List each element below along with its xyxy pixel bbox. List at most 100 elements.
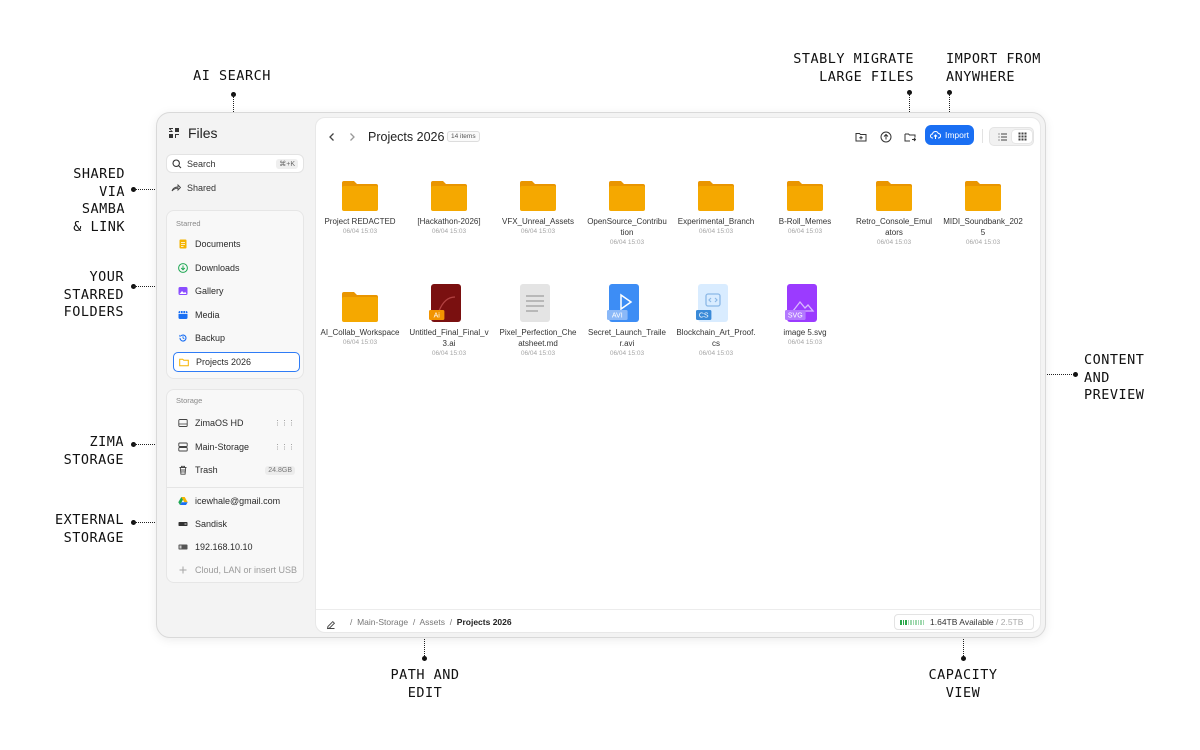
edit-path-button[interactable]: [326, 617, 336, 635]
file-item[interactable]: SVG image 5.svg 06/04 15:03: [763, 283, 847, 346]
folder-item[interactable]: B-Roll_Memes 06/04 15:03: [763, 172, 847, 235]
grid-view-button[interactable]: [1012, 130, 1032, 143]
google-drive-icon: [178, 496, 188, 506]
capacity-tick: [917, 619, 919, 625]
migrate-button[interactable]: [903, 130, 917, 144]
back-button[interactable]: [328, 131, 336, 146]
sidebar-item-backup[interactable]: Backup: [173, 328, 300, 348]
folder-item[interactable]: OpenSource_Contribution 06/04 15:03: [585, 172, 669, 246]
sidebar-item-network-drive[interactable]: 192.168.10.10: [173, 537, 300, 557]
file-item[interactable]: Pixel_Perfection_Cheatsheet.md 06/04 15:0…: [496, 283, 580, 357]
file-item[interactable]: AVI Secret_Launch_Trailer.avi 06/04 15:03: [585, 283, 669, 357]
file-item[interactable]: Ai Untitled_Final_Final_v3.ai 06/04 15:03: [407, 283, 491, 357]
annotation-path-edit: PATH AND EDIT: [390, 667, 460, 701]
disk-icon: [178, 418, 188, 428]
folder-icon: [318, 172, 402, 212]
file-name: Secret_Launch_Trailer.avi: [588, 328, 666, 348]
folder-item[interactable]: AI_Collab_Workspace 06/04 15:03: [318, 283, 402, 346]
connector-dot: [961, 656, 966, 661]
ai-file-icon: Ai: [407, 283, 491, 323]
capacity-tick: [902, 619, 904, 625]
sidebar-item-main-storage[interactable]: Main-Storage ⋮⋮⋮: [173, 437, 300, 457]
sidebar-item-label: 192.168.10.10: [195, 542, 253, 552]
import-button[interactable]: Import: [925, 125, 974, 145]
file-date: 06/04 15:03: [965, 239, 1001, 246]
folder-item[interactable]: Retro_Console_Emulators 06/04 15:03: [852, 172, 936, 246]
folder-item[interactable]: [Hackathon-2026] 06/04 15:03: [407, 172, 491, 235]
forward-button[interactable]: [348, 131, 356, 146]
sidebar-item-sandisk[interactable]: Sandisk: [173, 514, 300, 534]
folder-icon: [496, 172, 580, 212]
breadcrumb-current: Projects 2026: [456, 617, 512, 627]
upload-button[interactable]: [879, 130, 893, 144]
folder-icon: [407, 172, 491, 212]
network-drive-icon: [178, 542, 188, 552]
folder-item[interactable]: MIDI_Soundbank_2025 06/04 15:03: [941, 172, 1025, 246]
search-label: Search: [187, 158, 216, 169]
sidebar: Files Search ⌘+K Shared Starred Document…: [157, 113, 315, 637]
capacity-tick: [910, 619, 912, 625]
capacity-tick: [915, 619, 917, 625]
annotation-zima-storage: ZIMA STORAGE: [63, 434, 124, 468]
capacity-available: 1.64TB Available: [930, 617, 994, 627]
file-name: Retro_Console_Emulators: [855, 217, 933, 237]
file-date: 06/04 15:03: [876, 239, 912, 246]
file-name: MIDI_Soundbank_2025: [943, 217, 1023, 237]
file-name: [Hackathon-2026]: [417, 217, 481, 226]
breadcrumb: / Main-Storage / Assets / Projects 2026: [350, 617, 512, 627]
annotation-capacity-view: CAPACITY VIEW: [928, 667, 998, 701]
sidebar-item-trash[interactable]: Trash 24.8GB: [173, 460, 300, 480]
sidebar-item-downloads[interactable]: Downloads: [173, 258, 300, 278]
add-storage-button[interactable]: Cloud, LAN or insert USB: [173, 560, 300, 580]
list-view-button[interactable]: [992, 130, 1012, 143]
md-file-icon: [496, 283, 580, 323]
file-name: B-Roll_Memes: [778, 217, 832, 226]
breadcrumb-item-main-storage[interactable]: Main-Storage: [357, 617, 408, 627]
folder-icon: [674, 172, 758, 212]
folder-icon: [852, 172, 936, 212]
avi-file-icon: AVI: [585, 283, 669, 323]
drag-handle-icon[interactable]: ⋮⋮⋮: [274, 443, 295, 451]
migrate-icon: [904, 133, 916, 142]
file-date: 06/04 15:03: [787, 228, 823, 235]
new-folder-button[interactable]: [854, 130, 868, 144]
sidebar-item-shared[interactable]: Shared: [171, 183, 216, 193]
main-panel: Projects 2026 14 items Import Project RE…: [315, 117, 1041, 633]
gallery-icon: [178, 286, 188, 296]
drag-handle-icon[interactable]: ⋮⋮⋮: [274, 419, 295, 427]
file-date: 06/04 15:03: [787, 339, 823, 346]
annotation-shared-via: SHARED VIA SAMBA & LINK: [73, 166, 125, 235]
sidebar-item-label: Sandisk: [195, 519, 228, 529]
file-date: 06/04 15:03: [520, 228, 556, 235]
file-name: VFX_Unreal_Assets: [501, 217, 575, 226]
folder-item[interactable]: Project REDACTED 06/04 15:03: [318, 172, 402, 235]
search-input[interactable]: Search ⌘+K: [166, 154, 304, 173]
download-icon: [178, 263, 188, 273]
sidebar-item-gallery[interactable]: Gallery: [173, 281, 300, 301]
app-title: Files: [188, 125, 218, 141]
sidebar-item-label: ZimaOS HD: [195, 418, 244, 428]
sidebar-item-zimaos-hd[interactable]: ZimaOS HD ⋮⋮⋮: [173, 413, 300, 433]
breadcrumb-item-assets[interactable]: Assets: [419, 617, 445, 627]
trash-icon: [178, 465, 188, 475]
folder-item[interactable]: Experimental_Branch 06/04 15:03: [674, 172, 758, 235]
sidebar-item-documents[interactable]: Documents: [173, 234, 300, 254]
capacity-indicator[interactable]: 1.64TB Available / 2.5TB: [894, 614, 1034, 630]
folder-icon: [318, 283, 402, 323]
sidebar-item-label: Trash: [195, 465, 218, 475]
file-name: Untitled_Final_Final_v3.ai: [409, 328, 489, 348]
sidebar-item-media[interactable]: Media: [173, 305, 300, 325]
connector-dot: [422, 656, 427, 661]
sidebar-item-label: Shared: [187, 183, 217, 193]
connector-dot: [1073, 372, 1078, 377]
import-label: Import: [944, 130, 970, 140]
file-item[interactable]: CS Blockchain_Art_Proof.cs 06/04 15:03: [674, 283, 758, 357]
sidebar-item-label: Projects 2026: [196, 357, 252, 367]
sidebar-item-projects-2026[interactable]: Projects 2026: [173, 352, 300, 372]
sidebar-item-google-drive[interactable]: icewhale@gmail.com: [173, 491, 300, 511]
server-icon: [178, 442, 188, 452]
zima-logo-icon: [167, 126, 181, 140]
sidebar-item-label: Documents: [195, 239, 241, 249]
folder-item[interactable]: VFX_Unreal_Assets 06/04 15:03: [496, 172, 580, 235]
file-date: 06/04 15:03: [520, 350, 556, 357]
